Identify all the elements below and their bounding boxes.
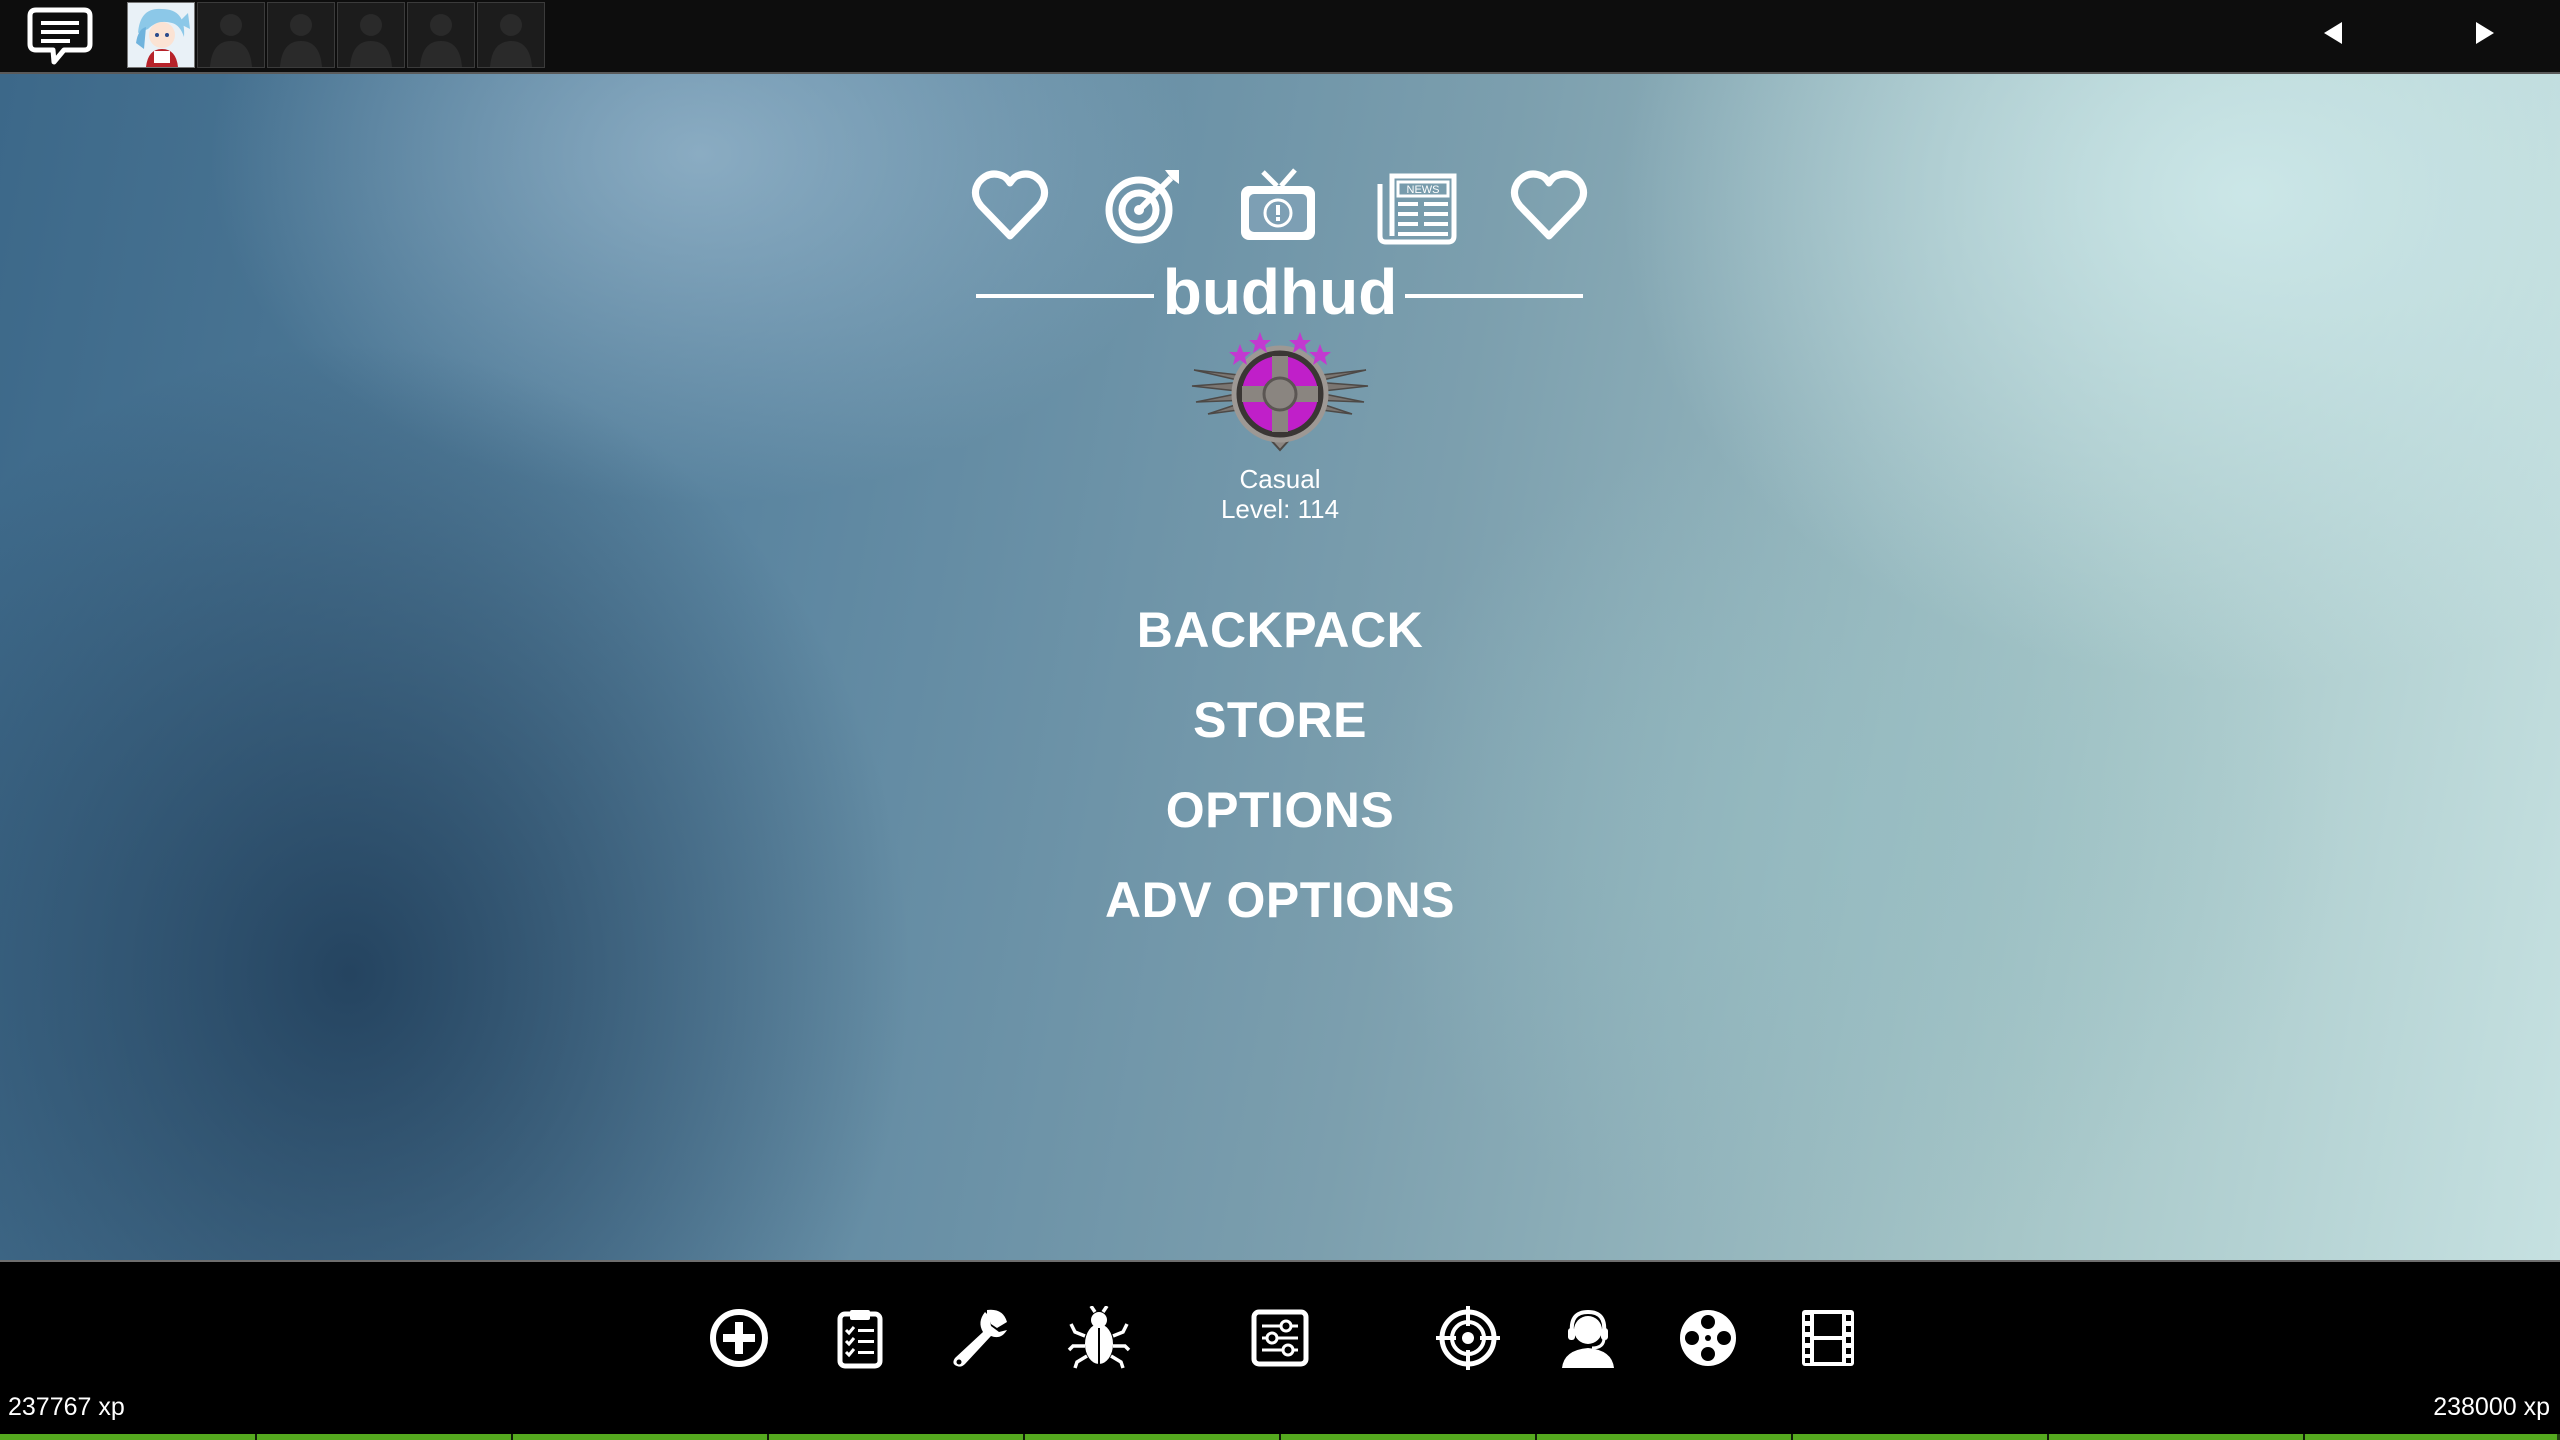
menu-store-button[interactable]: STORE (980, 680, 1580, 770)
quests-icon[interactable] (828, 1306, 892, 1370)
main-menu-background: NEWS budhud Casual Level: 114 BACKPACK S… (0, 74, 2560, 1260)
support-icon[interactable] (1556, 1306, 1620, 1370)
xp-tick (1791, 1434, 1793, 1440)
heart-icon[interactable] (1508, 166, 1590, 246)
party-slot-empty[interactable] (477, 2, 545, 68)
news-icon[interactable]: NEWS (1376, 166, 1458, 246)
main-menu: BACKPACK STORE OPTIONS ADV OPTIONS (980, 590, 1580, 950)
player-level-label: Level: 114 (1220, 494, 1340, 524)
game-mode-label: Casual (1239, 464, 1321, 494)
top-bar (0, 0, 2560, 74)
training-icon[interactable] (1436, 1306, 1500, 1370)
party-slot-empty[interactable] (197, 2, 265, 68)
previous-arrow-icon[interactable] (2318, 18, 2348, 48)
xp-tick (1023, 1434, 1025, 1440)
create-server-icon[interactable] (707, 1306, 771, 1370)
report-bug-icon[interactable] (1067, 1305, 1131, 1370)
party-slot-empty[interactable] (267, 2, 335, 68)
xp-tick (2303, 1434, 2305, 1440)
party-slot-empty[interactable] (337, 2, 405, 68)
xp-tick (1279, 1434, 1281, 1440)
bottom-bar: 237767 xp 238000 xp (0, 1262, 2560, 1440)
tv-alert-icon[interactable] (1237, 166, 1319, 246)
party-slot-empty[interactable] (407, 2, 475, 68)
xp-tick (511, 1434, 513, 1440)
menu-options-button[interactable]: OPTIONS (980, 770, 1580, 860)
menu-adv-options-button[interactable]: ADV OPTIONS (980, 860, 1580, 950)
xp-tick (2047, 1434, 2049, 1440)
replay-icon[interactable] (1676, 1306, 1740, 1370)
heart-icon[interactable] (969, 166, 1051, 246)
next-arrow-icon[interactable] (2470, 18, 2500, 48)
player-name-row: budhud (0, 252, 2560, 332)
chat-icon[interactable] (26, 6, 94, 68)
top-icon-row: NEWS (0, 166, 2560, 246)
menu-backpack-button[interactable]: BACKPACK (980, 590, 1580, 680)
xp-tick (255, 1434, 257, 1440)
svg-text:NEWS: NEWS (1407, 184, 1440, 196)
settings-sliders-icon[interactable] (1248, 1306, 1312, 1370)
xp-tick (767, 1434, 769, 1440)
movie-icon[interactable] (1796, 1306, 1860, 1370)
xp-tick (1535, 1434, 1537, 1440)
party-slot-avatar[interactable] (127, 2, 195, 68)
current-xp-label: 237767 xp (8, 1393, 125, 1421)
player-name: budhud (1162, 256, 1398, 328)
target-icon[interactable] (1101, 166, 1183, 246)
name-divider-right (1405, 294, 1583, 298)
rank-medal-icon (1188, 330, 1372, 454)
workshop-icon[interactable] (947, 1306, 1011, 1370)
party-slots (127, 2, 545, 68)
xp-progress-bar (0, 1434, 2560, 1440)
next-level-xp-label: 238000 xp (2433, 1393, 2550, 1421)
